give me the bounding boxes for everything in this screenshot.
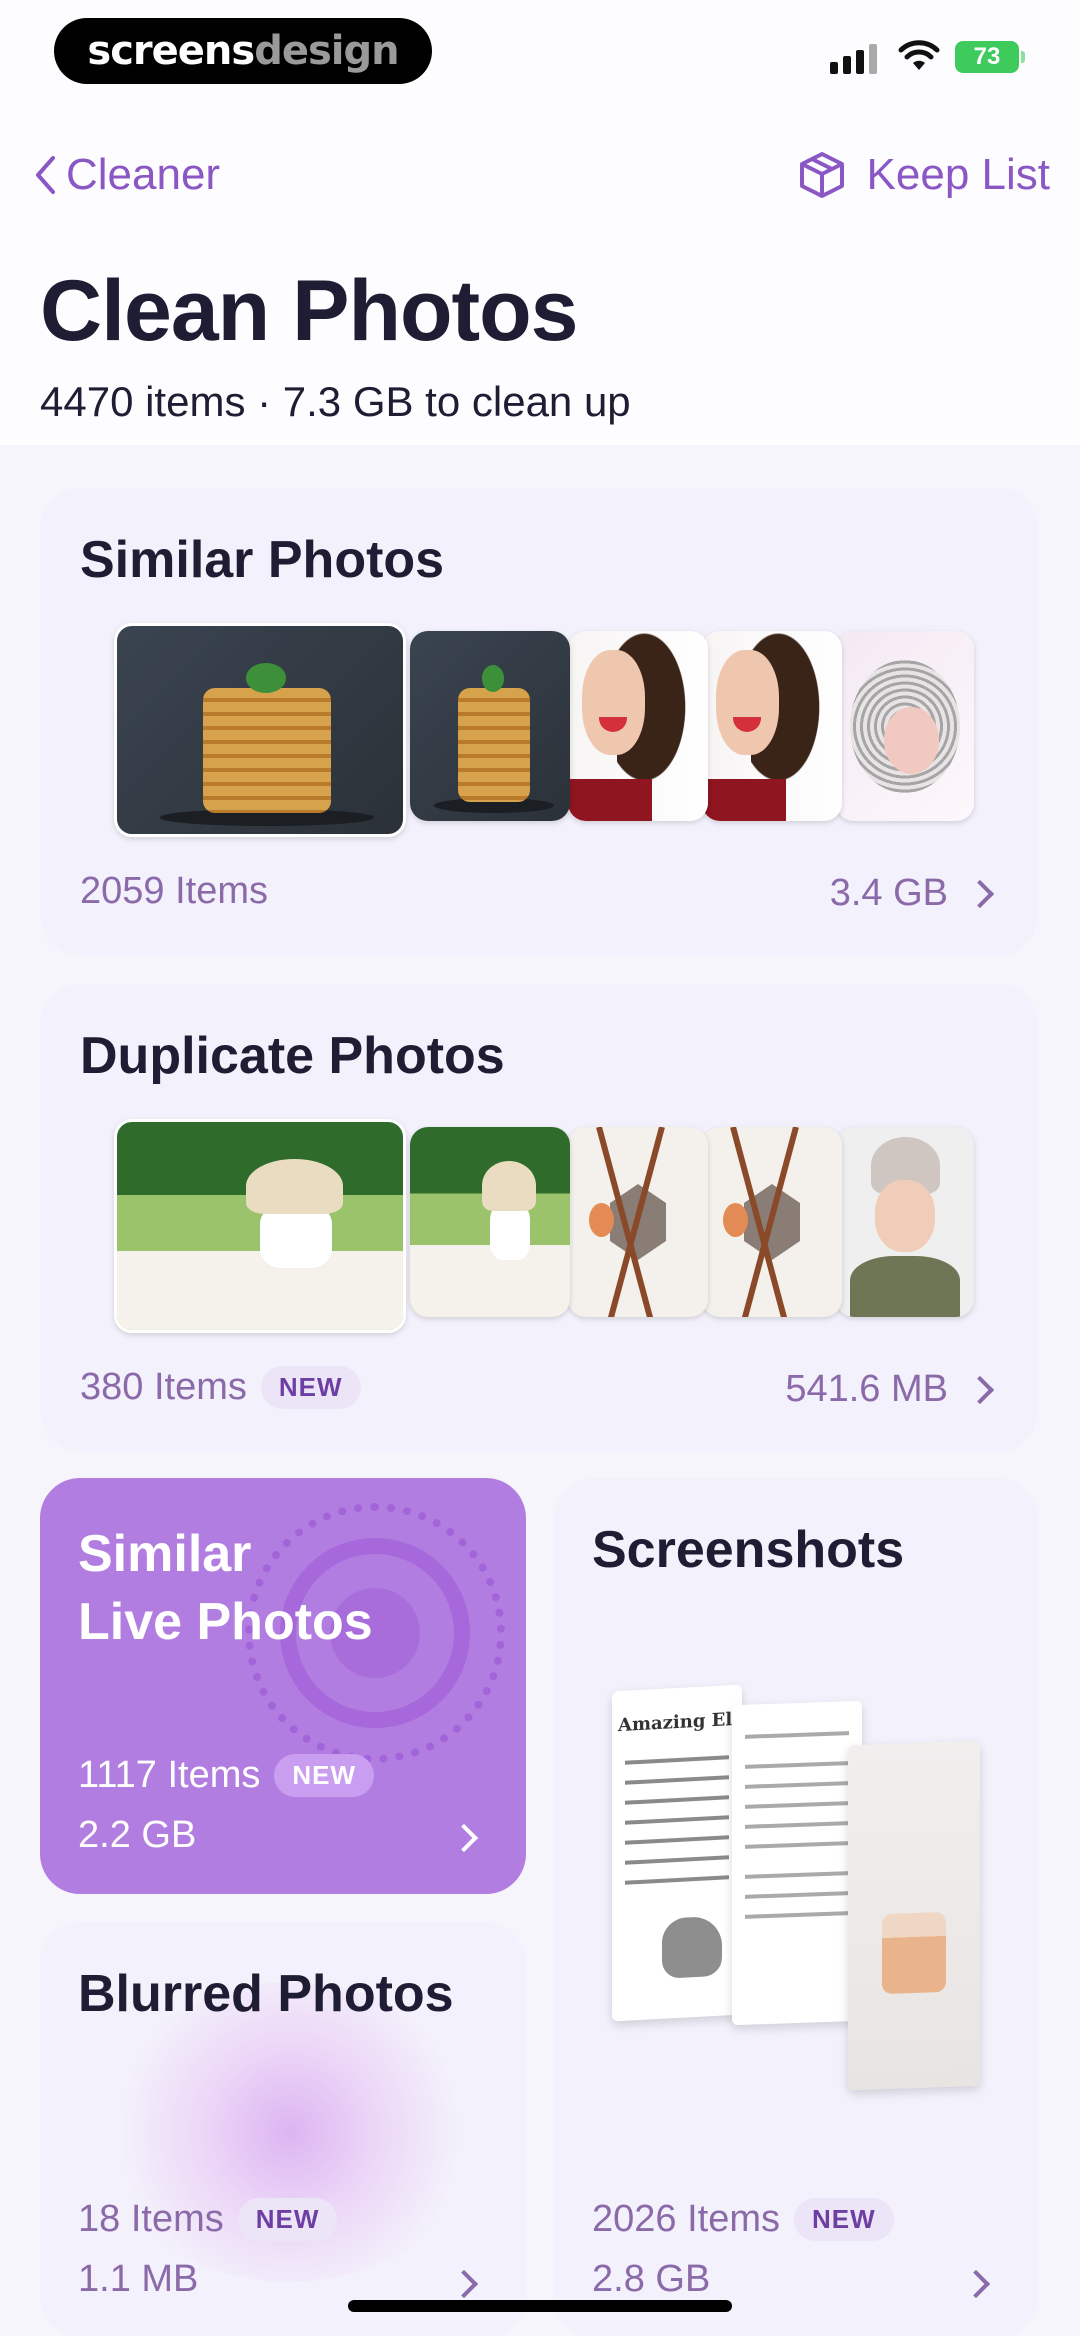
duplicate-photos-card[interactable]: Duplicate Photos 380 Items NEW 541.6 MB	[40, 984, 1038, 1452]
watermark-text-a: screens	[87, 28, 255, 74]
blurred-photos-size: 1.1 MB	[78, 2258, 198, 2301]
page-subtitle: 4470 items · 7.3 GB to clean up	[40, 378, 631, 425]
chevron-right-icon	[961, 2269, 991, 2299]
screenshot-thumbnail	[848, 1740, 980, 2091]
photo-thumbnail	[568, 631, 708, 821]
duplicate-photos-title: Duplicate Photos	[80, 1027, 505, 1085]
similar-photos-title: Similar Photos	[80, 531, 445, 589]
elephant-illustration	[662, 1915, 722, 1979]
photo-thumbnail	[410, 631, 570, 821]
new-badge: NEW	[260, 1366, 361, 1409]
photo-thumbnail	[836, 1127, 974, 1317]
blurred-photos-card[interactable]: Blurred Photos 18 Items NEW 1.1 MB	[40, 1922, 526, 2336]
screenshots-size: 2.8 GB	[592, 2258, 710, 2301]
cellular-signal-icon	[830, 44, 877, 74]
photo-thumbnail	[702, 631, 842, 821]
live-title-line1: Similar	[78, 1525, 252, 1583]
blurred-photos-count: 18 Items NEW	[78, 2198, 338, 2241]
photo-thumbnail	[114, 623, 406, 837]
jar-illustration	[882, 1911, 946, 1995]
size-value: 2.2 GB	[78, 1814, 197, 1856]
back-label: Cleaner	[66, 150, 221, 199]
duplicate-photos-count: 380 Items NEW	[80, 1366, 361, 1409]
watermark-logo: screens design	[54, 18, 432, 84]
page-title: Clean Photos	[40, 263, 579, 359]
size-value: 2.8 GB	[592, 2258, 711, 2300]
photo-thumbnail	[568, 1127, 708, 1317]
watermark-text-b: design	[254, 28, 399, 74]
home-indicator[interactable]	[348, 2300, 732, 2312]
size-value: 1.1 MB	[78, 2258, 199, 2300]
duplicate-photos-strip	[114, 1119, 1014, 1333]
chevron-left-icon	[36, 156, 55, 194]
keep-list-button[interactable]: Keep List	[797, 150, 1050, 200]
chevron-right-icon	[449, 2269, 479, 2299]
screenshots-card[interactable]: Screenshots Amazing Elephant 2026 Items N…	[554, 1478, 1038, 2336]
battery-icon: 73	[955, 41, 1025, 73]
photo-thumbnail	[410, 1127, 570, 1317]
new-badge: NEW	[274, 1754, 375, 1797]
item-count: 380 Items	[80, 1366, 247, 1408]
similar-photos-card[interactable]: Similar Photos 2059 Items 3.4 GB	[40, 488, 1038, 956]
size-value: 541.6 MB	[785, 1368, 948, 1410]
item-count: 18 Items	[78, 2198, 224, 2240]
similar-photos-strip	[114, 623, 1014, 837]
blurred-photos-title: Blurred Photos	[78, 1965, 454, 2023]
photo-thumbnail	[114, 1119, 406, 1333]
similar-live-photos-card[interactable]: Similar Live Photos 1117 Items NEW 2.2 GB	[40, 1478, 526, 1894]
new-badge: NEW	[237, 2198, 338, 2241]
item-count: 2026 Items	[592, 2198, 780, 2240]
chevron-right-icon	[449, 1823, 479, 1853]
live-photos-size: 2.2 GB	[78, 1814, 196, 1857]
duplicate-photos-size: 541.6 MB	[785, 1368, 995, 1411]
back-button[interactable]: Cleaner	[34, 150, 220, 200]
chevron-right-icon	[965, 879, 995, 908]
similar-photos-count: 2059 Items	[80, 870, 268, 913]
keep-list-label: Keep List	[866, 150, 1050, 199]
similar-photos-size: 3.4 GB	[829, 872, 995, 915]
box-icon	[799, 152, 844, 198]
live-photos-count: 1117 Items NEW	[78, 1754, 375, 1797]
wifi-icon	[898, 40, 940, 70]
live-photos-title: Similar Live Photos	[78, 1520, 373, 1656]
size-value: 3.4 GB	[829, 872, 948, 914]
battery-level: 73	[973, 43, 1001, 70]
chevron-right-icon	[965, 1375, 995, 1404]
live-title-line2: Live Photos	[78, 1593, 373, 1651]
screenshots-count: 2026 Items NEW	[592, 2198, 894, 2241]
item-count: 2059 Items	[80, 870, 268, 912]
new-badge: NEW	[794, 2198, 894, 2241]
screenshot-thumbnail: Amazing Elephant	[612, 1684, 802, 2022]
photo-thumbnail	[836, 631, 974, 821]
screenshots-title: Screenshots	[592, 1521, 905, 1579]
screenshot-thumbnail	[732, 1700, 862, 2026]
item-count: 1117 Items	[78, 1754, 261, 1796]
photo-thumbnail	[702, 1127, 842, 1317]
